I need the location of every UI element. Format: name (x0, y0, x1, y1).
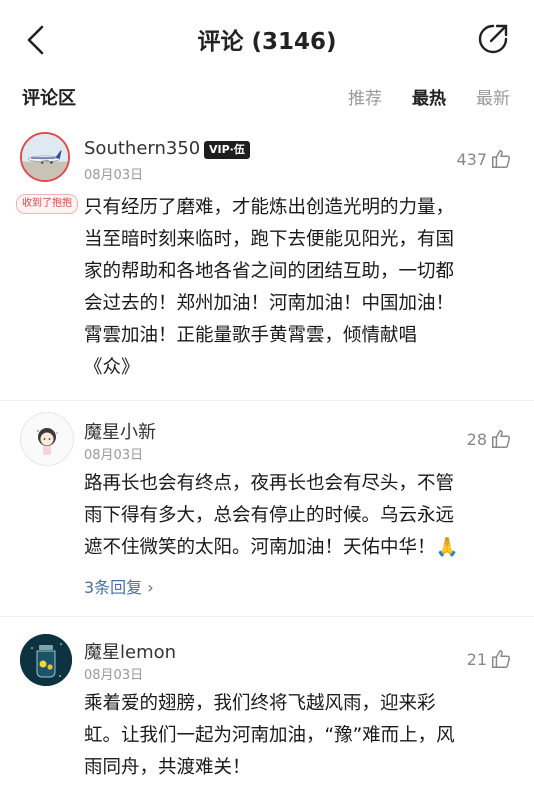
username[interactable]: Southern350 (84, 138, 200, 159)
comment-line: 会过去的！郑州加油！河南加油！中国加油！ (84, 293, 455, 314)
thumbs-up-icon (492, 150, 511, 168)
comment-section-header: 评论区 推荐 最热 最新 (0, 80, 534, 116)
sort-recommended-tab[interactable]: 推荐 (348, 84, 382, 109)
divider (0, 616, 534, 617)
like-count: 28 (466, 429, 487, 449)
comment-date: 08月03日 (84, 448, 144, 463)
comment-text: 只有经历了磨难，才能炼出创造光明的力量， 当至暗时刻来临时，跑下去便能见阳光，有… (84, 192, 514, 384)
view-replies-link[interactable]: 3条回复 › (84, 574, 154, 598)
comment-line: 雨同舟，共渡难关！ (84, 757, 251, 778)
comment-date: 08月03日 (84, 668, 144, 683)
comment-date: 08月03日 (84, 168, 144, 183)
thumbs-up-icon (492, 650, 511, 668)
comment-text: 路再长也会有终点，夜再长也会有尽头，不管 雨下得有多大，总会有停止的时候。乌云永… (84, 468, 514, 564)
jar-avatar-image (20, 634, 72, 686)
share-arrow-icon[interactable] (476, 22, 510, 56)
username[interactable]: 魔星小新 (84, 418, 156, 444)
like-count: 21 (466, 649, 487, 669)
page-title: 评论 (3146) (197, 29, 337, 55)
gift-badge: 收到了抱抱 (16, 194, 78, 214)
like-button[interactable]: 21 (467, 648, 512, 670)
comment-line: 虹。让我们一起为河南加油，“豫”难而上，风 (84, 725, 455, 746)
cartoon-girl-avatar-image (36, 428, 58, 455)
comment-line: 雨下得有多大，总会有停止的时候。乌云永远 (84, 505, 455, 526)
avatar[interactable] (20, 634, 72, 686)
avatar[interactable] (20, 132, 70, 182)
username[interactable]: 魔星lemon (84, 638, 176, 664)
comment-line: 霄雲加油！正能量歌手黄霄雲，倾情献唱 (84, 325, 418, 346)
thumbs-up-icon (492, 430, 511, 448)
comment-text: 乘着爱的翅膀，我们终将飞越风雨，迎来彩 虹。让我们一起为河南加油，“豫”难而上，… (84, 688, 514, 784)
sort-hottest-tab[interactable]: 最热 (412, 84, 446, 109)
comment-item: 魔星lemon 08月03日 21 乘着爱的翅膀，我们终将飞越风雨，迎来彩 虹。… (0, 620, 534, 800)
comment-line: 乘着爱的翅膀，我们终将飞越风雨，迎来彩 (84, 693, 436, 714)
section-title: 评论区 (22, 88, 76, 109)
airplane-avatar-image (22, 134, 68, 180)
comment-line: 当至暗时刻来临时，跑下去便能见阳光，有国 (84, 229, 455, 250)
avatar[interactable] (20, 412, 74, 466)
top-bar: 评论 (3146) (0, 0, 534, 78)
comment-line: 《众》 (84, 357, 140, 378)
sort-newest-tab[interactable]: 最新 (476, 84, 510, 109)
like-count: 437 (456, 149, 487, 169)
comment-line: 路再长也会有终点，夜再长也会有尽头，不管 (84, 473, 455, 494)
vip-badge: VIP·伍 (204, 141, 250, 159)
comment-line: 家的帮助和各地各省之间的团结互助，一切都 (84, 261, 455, 282)
comment-line: 只有经历了磨难，才能炼出创造光明的力量， (84, 197, 455, 218)
comment-line: 遮不住微笑的太阳。河南加油！天佑中华！🙏 (84, 537, 459, 558)
comment-item: 魔星小新 08月03日 28 路再长也会有终点，夜再长也会有尽头，不管 雨下得有… (0, 404, 534, 614)
comment-item: 收到了抱抱 Southern350 VIP·伍 08月03日 437 只有经历了… (0, 128, 534, 398)
divider (0, 400, 534, 401)
like-button[interactable]: 28 (467, 428, 512, 450)
like-button[interactable]: 437 (456, 148, 512, 170)
